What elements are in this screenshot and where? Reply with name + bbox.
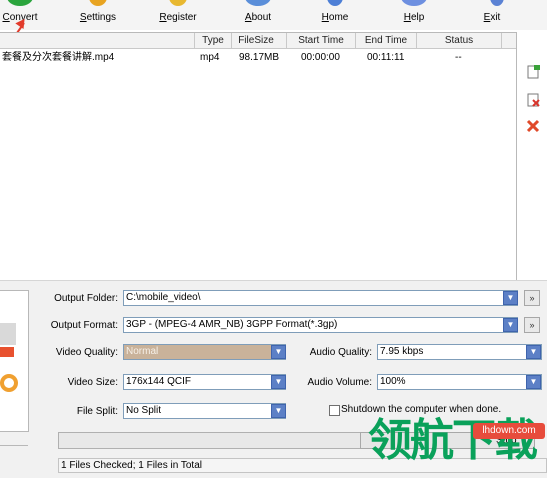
file-end-time: 00:11:11: [367, 52, 405, 63]
video-preview-icon: [0, 323, 18, 392]
help-button[interactable]: Help: [396, 0, 432, 30]
output-format-select[interactable]: 3GP - (MPEG-4 AMR_NB) 3GPP Format(*.3gp): [123, 317, 518, 333]
video-size-select[interactable]: 176x144 QCIF: [123, 374, 286, 390]
video-size-dropdown-button[interactable]: ▼: [271, 375, 286, 389]
video-quality-label: Video Quality:: [55, 347, 118, 358]
exit-icon: [490, 0, 504, 6]
file-split-label: File Split:: [76, 406, 118, 417]
home-icon: [327, 0, 343, 6]
output-format-settings-button[interactable]: »: [524, 317, 540, 333]
column-header-status[interactable]: Status: [416, 33, 501, 48]
audio-quality-select[interactable]: 7.95 kbps: [377, 344, 542, 360]
add-file-icon: [527, 65, 540, 79]
output-folder-input[interactable]: C:\mobile_video\: [123, 290, 518, 306]
file-row[interactable]: 套餐及分次套餐讲解.mp4 mp4 98.17MB 00:00:00 00:11…: [0, 50, 516, 65]
about-icon: [245, 0, 271, 6]
clear-list-icon: [526, 119, 540, 133]
output-folder-label: Output Folder:: [54, 293, 118, 304]
about-label: About: [244, 12, 272, 23]
settings-label: Settings: [79, 12, 117, 23]
audio-quality-label: Audio Quality:: [309, 347, 372, 358]
help-label: Help: [403, 12, 425, 23]
file-list-header: Type FileSize Start Time End Time Status: [0, 33, 516, 49]
audio-quality-dropdown-button[interactable]: ▼: [526, 345, 541, 359]
column-header-type[interactable]: Type: [194, 33, 231, 48]
output-folder-browse-button[interactable]: »: [524, 290, 540, 306]
register-icon: [169, 0, 187, 6]
column-header-filesize[interactable]: FileSize: [231, 33, 280, 48]
clear-list-button[interactable]: [525, 118, 541, 134]
convert-icon: [7, 0, 33, 6]
preview-divider: [0, 445, 28, 446]
home-label: Home: [321, 12, 349, 23]
preview-pane: [0, 290, 29, 432]
site-watermark-tag: lhdown.com: [473, 423, 545, 439]
audio-volume-select[interactable]: 100%: [377, 374, 542, 390]
settings-icon: [89, 0, 107, 6]
column-header-name[interactable]: [0, 33, 194, 48]
shutdown-checkbox[interactable]: [329, 405, 340, 416]
file-list[interactable]: Type FileSize Start Time End Time Status…: [0, 32, 517, 281]
video-size-label: Video Size:: [67, 377, 118, 388]
video-quality-select[interactable]: Normal: [123, 344, 286, 360]
output-folder-dropdown-button[interactable]: ▼: [503, 291, 518, 305]
column-header-spacer: [501, 33, 517, 48]
remove-file-button[interactable]: [525, 92, 541, 108]
file-split-select[interactable]: No Split: [123, 403, 286, 419]
help-icon: [401, 0, 427, 6]
file-size: 98.17MB: [239, 52, 280, 63]
file-name: 套餐及分次套餐讲解.mp4: [2, 52, 115, 63]
toolbar: Convert Settings Register About Home Hel…: [0, 0, 547, 30]
exit-label: Exit: [483, 12, 501, 23]
register-label: Register: [159, 12, 197, 23]
shutdown-label[interactable]: Shutdown the computer when done.: [341, 404, 501, 415]
video-quality-dropdown-button[interactable]: ▼: [271, 345, 286, 359]
output-format-label: Output Format:: [50, 320, 118, 331]
exit-button[interactable]: Exit: [476, 0, 508, 30]
file-split-dropdown-button[interactable]: ▼: [271, 404, 286, 418]
register-button[interactable]: Register: [156, 0, 200, 30]
file-status: --: [455, 52, 462, 63]
remove-file-icon: [527, 93, 540, 107]
file-start-time: 00:00:00: [301, 52, 340, 63]
file-type: mp4: [200, 52, 220, 63]
about-button[interactable]: About: [238, 0, 278, 30]
settings-button[interactable]: Settings: [76, 0, 120, 30]
audio-volume-dropdown-button[interactable]: ▼: [526, 375, 541, 389]
column-header-start-time[interactable]: Start Time: [286, 33, 355, 48]
audio-volume-label: Audio Volume:: [307, 377, 373, 388]
output-format-dropdown-button[interactable]: ▼: [503, 318, 518, 332]
column-header-end-time[interactable]: End Time: [355, 33, 416, 48]
add-file-button[interactable]: [525, 64, 541, 80]
home-button[interactable]: Home: [316, 0, 354, 30]
